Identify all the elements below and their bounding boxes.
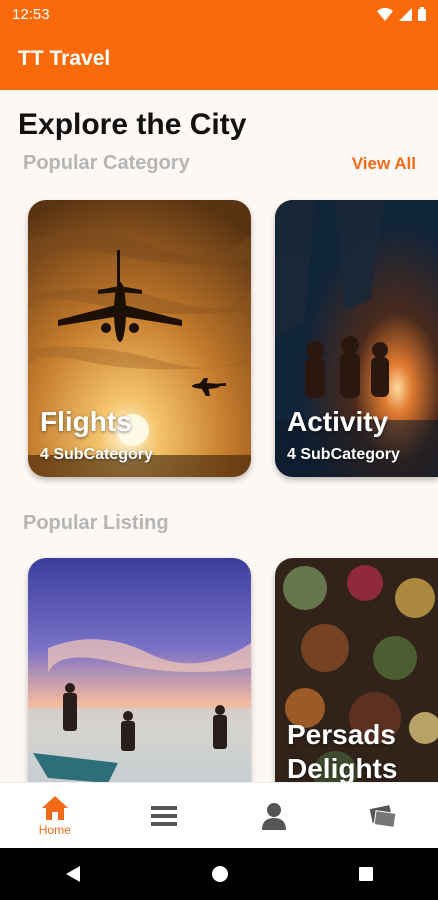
profile-icon [261, 803, 286, 830]
back-icon[interactable] [64, 865, 82, 883]
card-title: Flights [40, 406, 132, 437]
battery-icon [418, 7, 426, 21]
status-time: 12:53 [12, 5, 50, 23]
home-circle-icon[interactable] [211, 865, 229, 883]
category-card-activity[interactable]: Activity 4 SubCategory [275, 200, 438, 477]
page-title: Explore the City [18, 108, 247, 141]
app-title: TT Travel [18, 47, 111, 70]
popular-listing-heading: Popular Listing [23, 512, 169, 534]
card-subtitle: 4 SubCategory [40, 446, 153, 463]
listing-card-persads-delights[interactable]: Persads Delights [275, 558, 438, 782]
nav-menu[interactable] [114, 783, 214, 849]
status-bar: 12:53 [0, 0, 438, 28]
popular-category-heading: Popular Category [23, 152, 190, 174]
system-nav-bar [0, 848, 438, 900]
nav-home-label: Home [38, 823, 71, 837]
listing-card-beach[interactable] [28, 558, 251, 782]
beach-fishermen-image [28, 558, 251, 782]
card-title: Persads Delights [287, 719, 398, 782]
nav-profile[interactable] [224, 783, 324, 849]
app-bar: TT Travel [0, 28, 438, 90]
status-icons [377, 7, 426, 21]
signal-icon [399, 7, 412, 21]
nav-tickets[interactable] [333, 783, 433, 849]
menu-icon [151, 806, 178, 826]
home-icon [41, 796, 68, 820]
category-card-flights[interactable]: Flights 4 SubCategory [28, 200, 251, 477]
main-content[interactable]: Explore the City Popular Category View A… [0, 90, 438, 782]
card-title: Activity [287, 406, 389, 437]
recents-icon[interactable] [358, 866, 374, 882]
card-subtitle: 4 SubCategory [287, 446, 400, 463]
view-all-link[interactable]: View All [352, 154, 416, 174]
bottom-nav: Home [0, 782, 438, 849]
nav-home[interactable]: Home [5, 783, 105, 849]
tickets-icon [370, 805, 397, 828]
wifi-icon [377, 7, 393, 21]
